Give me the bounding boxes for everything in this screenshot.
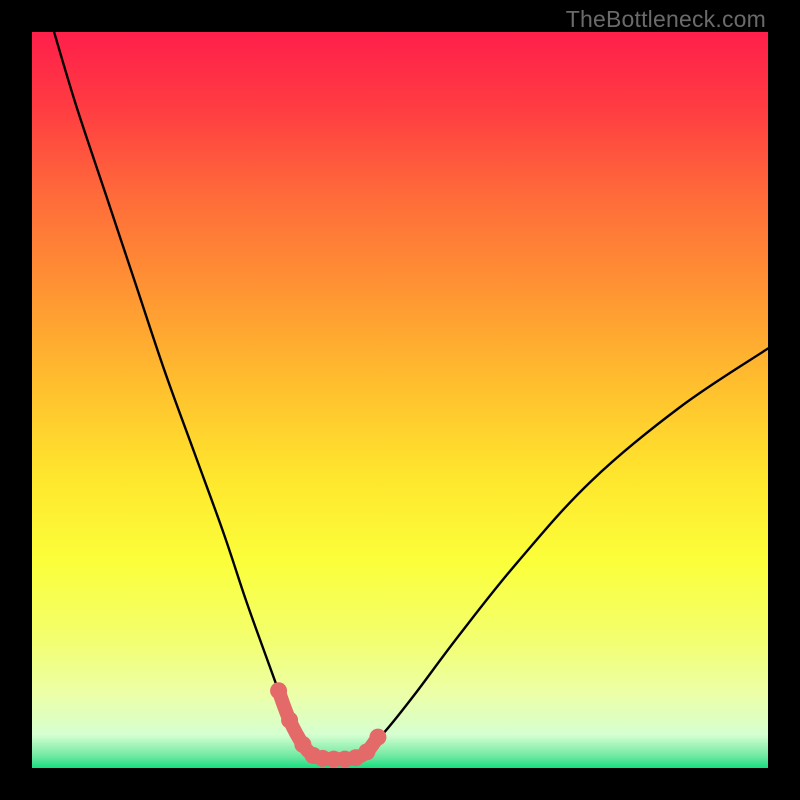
chart-stage: TheBottleneck.com <box>0 0 800 800</box>
optimal-range-dot <box>281 712 298 729</box>
chart-svg <box>32 32 768 768</box>
bottleneck-curve <box>54 32 768 761</box>
optimal-range-markers <box>270 682 386 767</box>
plot-area <box>32 32 768 768</box>
optimal-range-dot <box>369 729 386 746</box>
watermark-text: TheBottleneck.com <box>566 6 766 33</box>
optimal-range-dot <box>358 743 375 760</box>
optimal-range-dot <box>270 682 287 699</box>
